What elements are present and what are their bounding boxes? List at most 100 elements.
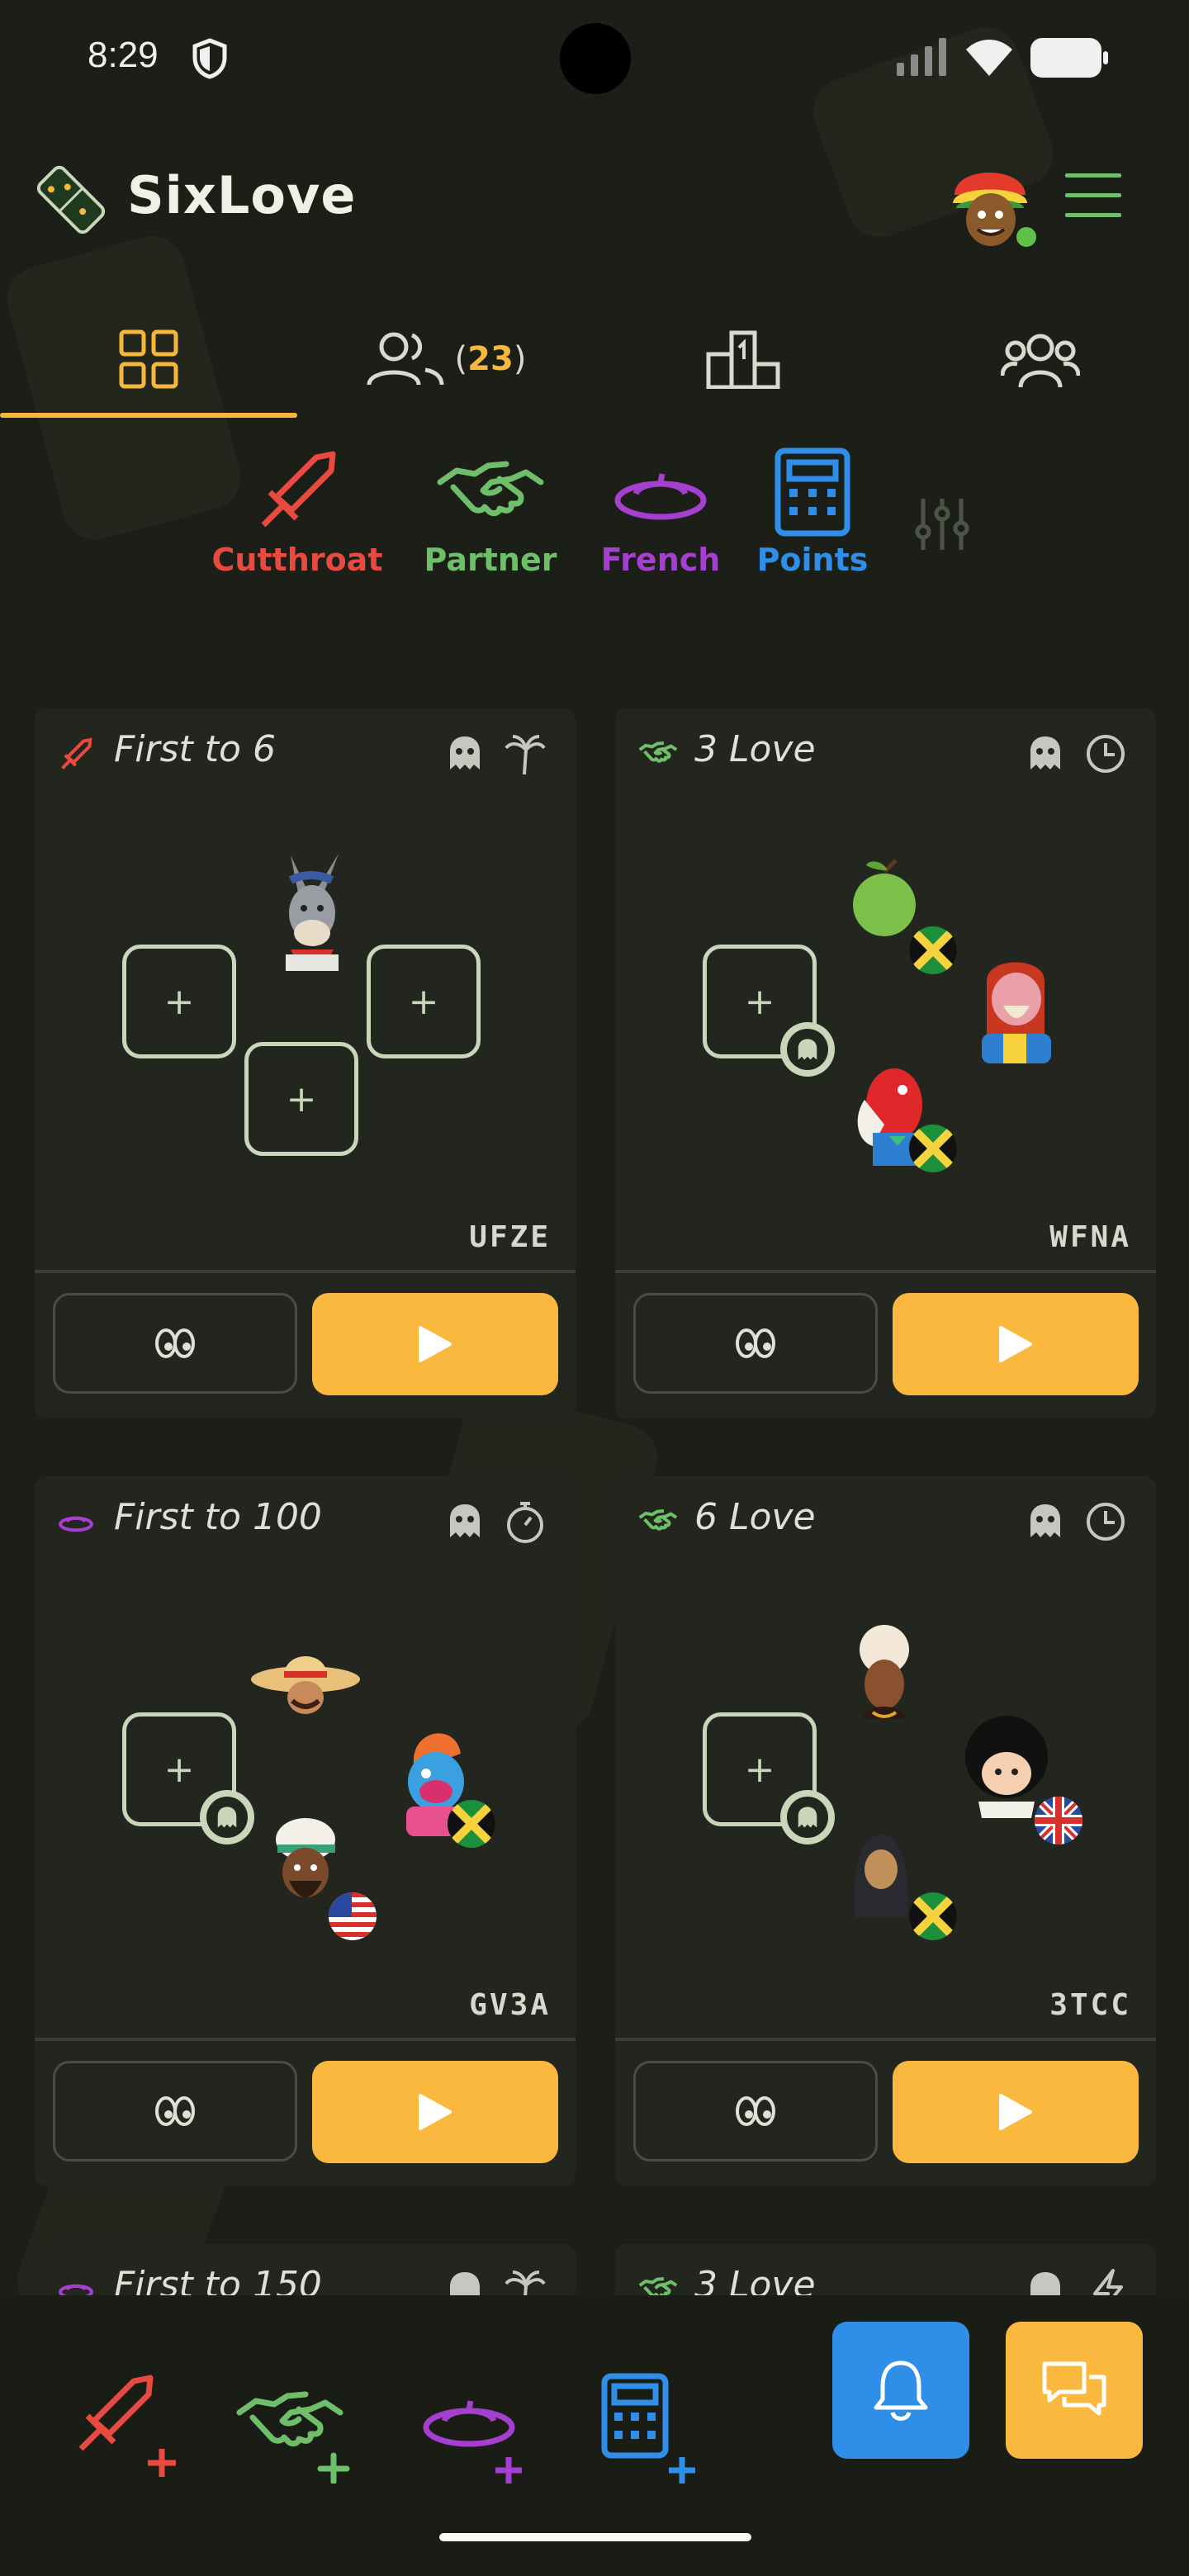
eyes-icon (736, 2096, 775, 2126)
game-card[interactable]: 3 Love + WFNA (615, 708, 1156, 1418)
game-title: 3 Love (694, 728, 816, 770)
tab-games[interactable] (0, 297, 297, 421)
stopwatch-icon (504, 1501, 546, 1544)
handshake-plus-icon (236, 2391, 350, 2484)
home-indicator (439, 2533, 751, 2541)
signal-icon (897, 38, 948, 76)
card-divider (35, 1270, 576, 1273)
jamaica-flag-icon (909, 1125, 957, 1172)
mode-filter-points[interactable]: Points (722, 446, 903, 578)
camera-cutout (560, 23, 631, 94)
menu-icon[interactable] (1063, 172, 1123, 220)
status-bar: 8:29 (0, 0, 1189, 116)
player-avatar-lime (848, 857, 922, 940)
game-code: UFZE (469, 1220, 551, 1254)
handshake-icon (437, 461, 544, 517)
online-status-dot (1012, 223, 1040, 251)
handshake-icon (638, 1504, 678, 1537)
ghost-icon (1026, 733, 1065, 773)
card-divider (35, 2038, 576, 2041)
jamaica-flag-icon (909, 926, 957, 974)
profile-avatar[interactable] (945, 154, 1044, 253)
tab-groups[interactable] (892, 297, 1189, 421)
game-title: First to 100 (114, 1496, 322, 1538)
player-avatar-sombrero (248, 1633, 363, 1724)
active-tab-indicator (0, 413, 297, 418)
clock-icon (1085, 1501, 1126, 1542)
bot-ghost-badge (780, 1790, 835, 1844)
mode-filter-cutthroat[interactable]: Cutthroat (206, 446, 388, 578)
spectate-button[interactable] (633, 2061, 878, 2162)
chat-button[interactable] (1006, 2322, 1143, 2459)
sword-plus-icon (78, 2375, 176, 2477)
status-time: 8:29 (88, 35, 159, 75)
mode-label-partner: Partner (424, 542, 557, 578)
game-code: WFNA (1049, 1220, 1131, 1254)
empty-seat[interactable]: + (122, 945, 236, 1058)
tab-friends[interactable]: (23) (297, 297, 594, 421)
ghost-icon (445, 733, 485, 773)
play-button[interactable] (312, 2061, 558, 2163)
card-divider (615, 2038, 1156, 2041)
sword-icon (58, 736, 94, 773)
beret-icon (614, 473, 707, 520)
eyes-icon (155, 2096, 195, 2126)
spectate-button[interactable] (53, 2061, 297, 2162)
empty-seat[interactable]: + (367, 945, 481, 1058)
jamaica-flag-icon (448, 1800, 495, 1848)
jamaica-flag-icon (909, 1892, 957, 1940)
bell-icon (874, 2361, 928, 2421)
group-icon (1001, 334, 1080, 388)
grid-icon (119, 329, 178, 389)
beret-icon (58, 1504, 94, 1537)
play-button[interactable] (893, 2061, 1139, 2163)
friends-icon (367, 332, 444, 386)
usa-flag-icon (329, 1892, 377, 1940)
game-title: First to 6 (114, 728, 276, 770)
create-cutthroat-game-button[interactable] (69, 2370, 185, 2477)
mode-label-points: Points (756, 542, 869, 578)
player-avatar-donkey (266, 847, 357, 971)
game-card[interactable]: 6 Love + 3TCC (615, 1476, 1156, 2186)
clock-icon (1085, 733, 1126, 774)
eyes-icon (736, 1328, 775, 1358)
ghost-icon (445, 1501, 485, 1541)
main-tabs: (23) (0, 297, 1189, 421)
play-icon (419, 1326, 452, 1362)
tab-leaderboard[interactable] (594, 297, 892, 421)
domino-logo-icon (33, 162, 109, 238)
create-french-game-button[interactable] (419, 2386, 535, 2485)
player-avatar-headwrap (848, 1620, 922, 1735)
sword-icon (261, 451, 336, 528)
filter-sliders-icon[interactable] (913, 495, 971, 553)
friends-count: (23) (454, 340, 527, 378)
spectate-button[interactable] (53, 1293, 297, 1394)
card-divider (615, 1270, 1156, 1273)
play-icon (419, 2094, 452, 2130)
calculator-icon (775, 447, 850, 537)
notifications-button[interactable] (832, 2322, 969, 2459)
podium-icon (706, 330, 780, 389)
calculator-plus-icon (601, 2373, 695, 2484)
chat-icon (1042, 2361, 1106, 2416)
spectate-button[interactable] (633, 1293, 878, 1394)
wifi-icon (964, 36, 1014, 78)
play-button[interactable] (312, 1293, 558, 1395)
game-card[interactable]: First to 6 + + + UFZE (35, 708, 576, 1418)
play-button[interactable] (893, 1293, 1139, 1395)
mode-filter-partner[interactable]: Partner (400, 446, 581, 578)
ghost-icon (1026, 1501, 1065, 1541)
game-code: 3TCC (1049, 1988, 1131, 2022)
palm-tree-icon (503, 733, 546, 776)
empty-seat[interactable]: + (244, 1042, 358, 1156)
create-partner-game-button[interactable] (236, 2376, 360, 2484)
create-points-game-button[interactable] (599, 2371, 707, 2487)
handshake-icon (638, 736, 678, 769)
app-title: SixLove (127, 165, 357, 225)
game-card[interactable]: First to 100 + GV3A (35, 1476, 576, 2186)
shield-icon (192, 38, 228, 79)
beret-plus-icon (423, 2400, 522, 2484)
game-title: 6 Love (694, 1496, 816, 1538)
mode-label-cutthroat: Cutthroat (211, 542, 383, 578)
play-icon (999, 1326, 1032, 1362)
